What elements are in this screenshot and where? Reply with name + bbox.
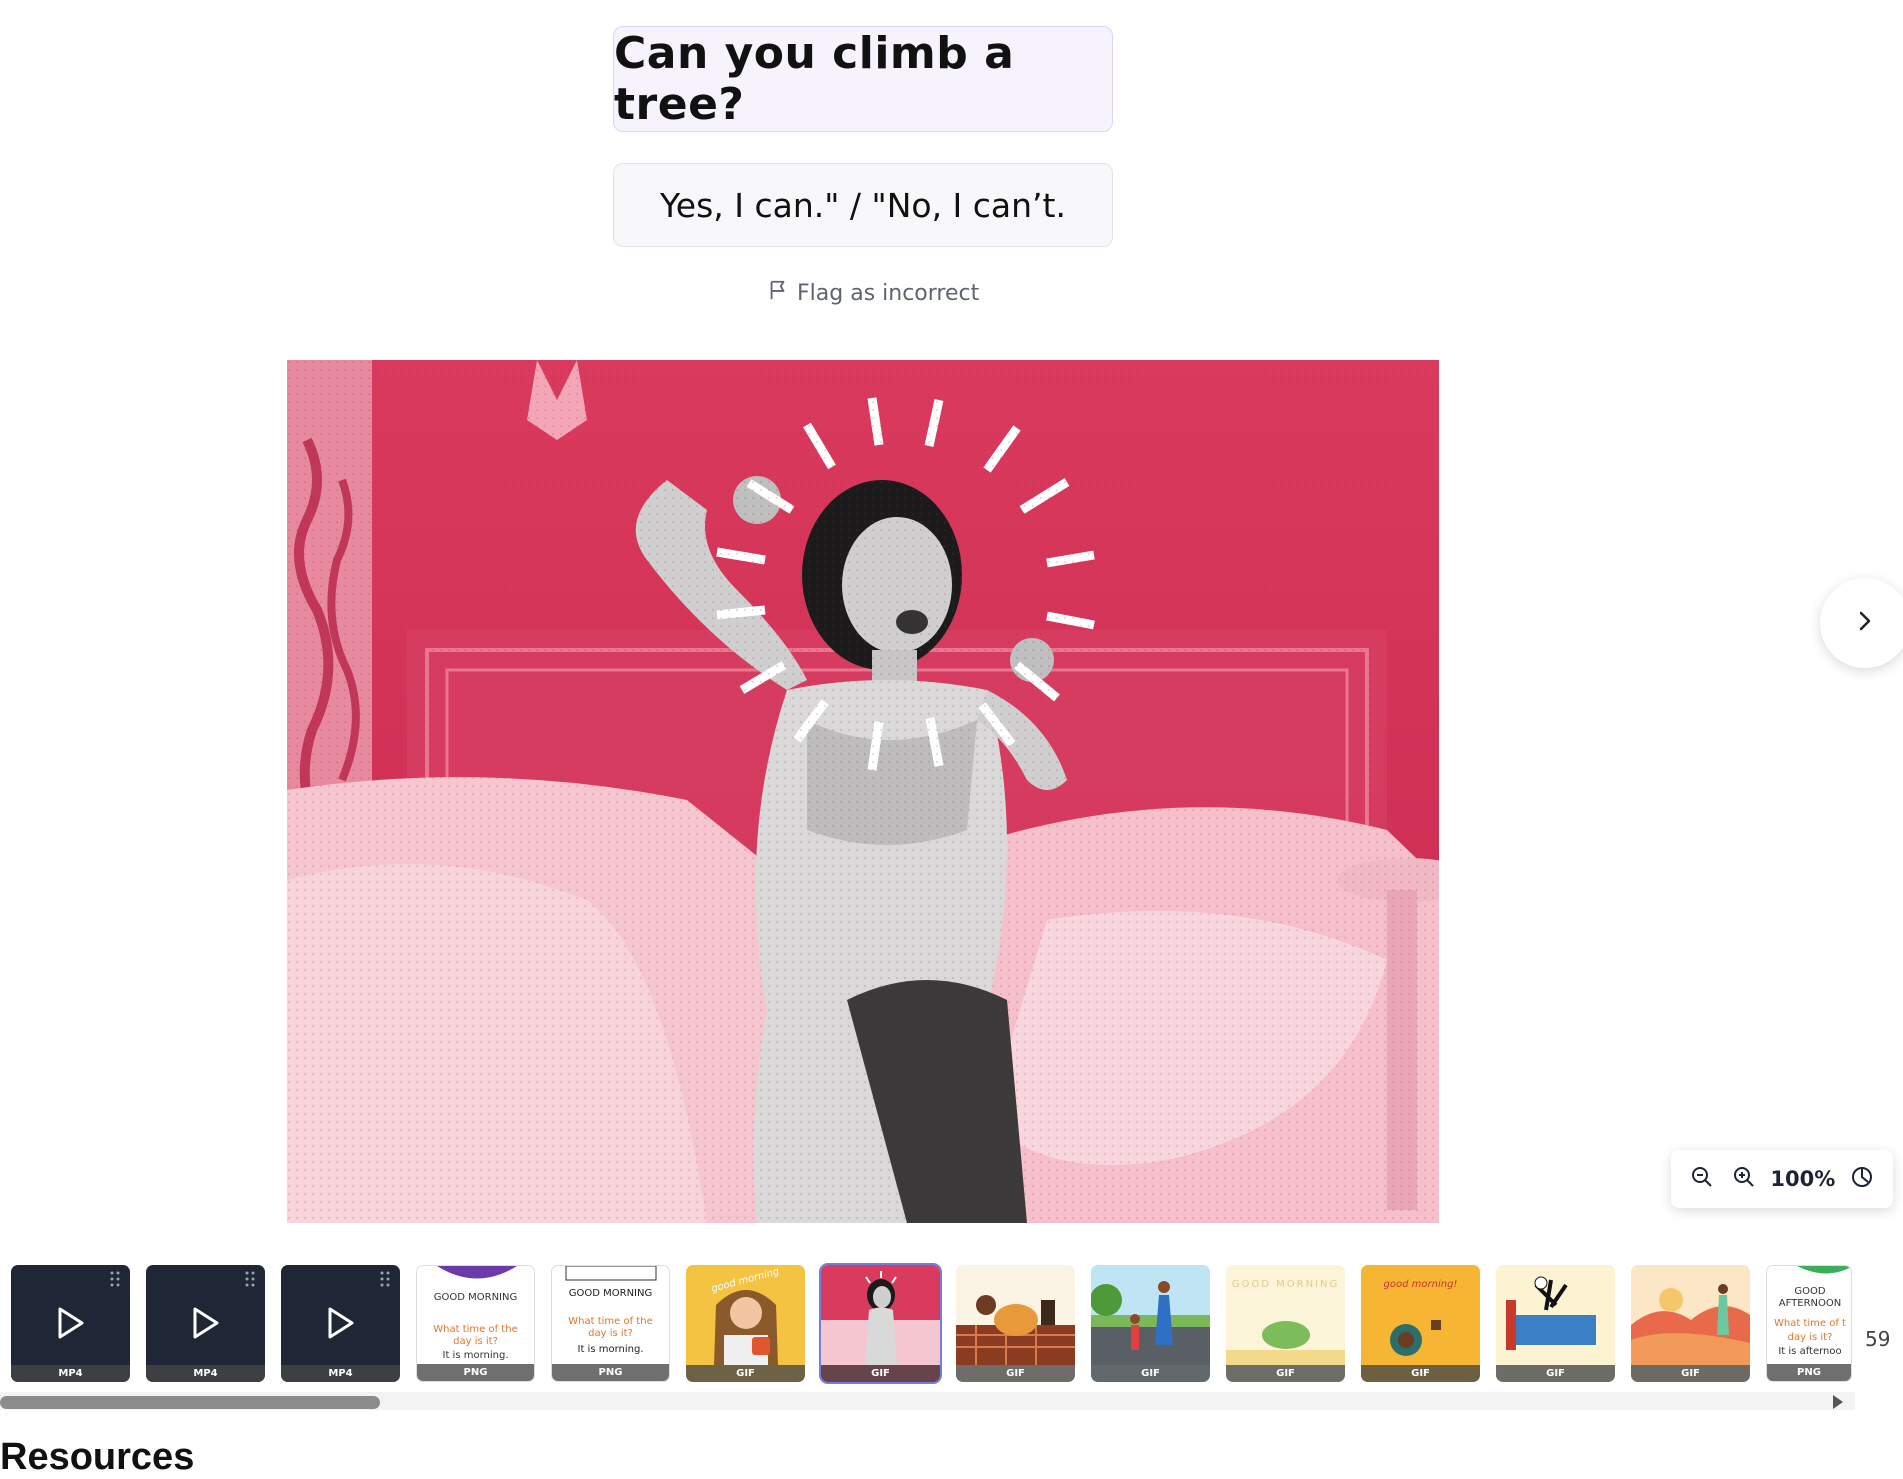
file-type-badge: MP4 bbox=[146, 1365, 265, 1382]
thumbnail-9[interactable]: GIF bbox=[1091, 1265, 1210, 1382]
file-type-badge: GIF bbox=[686, 1365, 805, 1382]
thumbnail-art bbox=[1631, 1284, 1750, 1365]
thumbnail-7[interactable]: GIF bbox=[819, 1263, 942, 1384]
next-slide-button[interactable] bbox=[1820, 578, 1903, 668]
thumbnail-3[interactable]: MP4 bbox=[281, 1265, 400, 1382]
reset-icon bbox=[1850, 1165, 1874, 1193]
card-title: GOOD AFTERNOON bbox=[1778, 1286, 1842, 1309]
file-type-badge: MP4 bbox=[11, 1365, 130, 1382]
file-type-badge: PNG bbox=[1767, 1364, 1851, 1381]
scrollbar-thumb[interactable] bbox=[0, 1396, 380, 1409]
file-type-badge: MP4 bbox=[281, 1365, 400, 1382]
card-caption: good morning! bbox=[1383, 1279, 1458, 1290]
thumbnail-12[interactable]: GIF bbox=[1496, 1265, 1615, 1382]
file-type-badge: PNG bbox=[417, 1364, 534, 1381]
file-type-badge: GIF bbox=[1226, 1365, 1345, 1382]
flag-label: Flag as incorrect bbox=[797, 280, 980, 306]
play-icon bbox=[58, 1307, 84, 1339]
reset-zoom-button[interactable] bbox=[1847, 1164, 1877, 1194]
question-card: Can you climb a tree? bbox=[613, 26, 1113, 132]
thumbnail-count: 59 bbox=[1865, 1327, 1891, 1351]
chevron-right-icon bbox=[1856, 609, 1874, 637]
thumbnail-6[interactable]: good morning GIF bbox=[686, 1265, 805, 1382]
thumbnail-4[interactable]: GOOD MORNING What time of the day is it?… bbox=[416, 1265, 535, 1382]
scroll-right-icon[interactable] bbox=[1833, 1395, 1843, 1409]
thumbnail-art bbox=[956, 1295, 1075, 1365]
zoom-level: 100% bbox=[1770, 1167, 1836, 1191]
file-type-badge: GIF bbox=[821, 1365, 940, 1382]
morning-stretch-photo bbox=[287, 360, 1439, 1223]
drag-handle-icon[interactable] bbox=[110, 1271, 120, 1287]
flag-icon bbox=[767, 279, 789, 307]
thumbnail-art bbox=[821, 1271, 940, 1365]
thumbnail-11[interactable]: good morning! GIF bbox=[1361, 1265, 1480, 1382]
zoom-controls: 100% bbox=[1671, 1150, 1893, 1208]
thumbnail-art bbox=[1506, 1276, 1596, 1350]
zoom-in-icon bbox=[1732, 1165, 1756, 1193]
file-type-badge: GIF bbox=[1496, 1365, 1615, 1382]
zoom-out-button[interactable] bbox=[1687, 1164, 1717, 1194]
thumbnail-strip: MP4 MP4 MP4 GOOD MORNING What time of th… bbox=[0, 1262, 1903, 1384]
thumbnail-2[interactable]: MP4 bbox=[146, 1265, 265, 1382]
question-text: Can you climb a tree? bbox=[614, 28, 1015, 130]
file-type-badge: GIF bbox=[956, 1365, 1075, 1382]
zoom-in-button[interactable] bbox=[1729, 1164, 1759, 1194]
thumbnail-14[interactable]: GOOD AFTERNOON What time of t day is it?… bbox=[1766, 1265, 1852, 1382]
resources-heading: Resources bbox=[0, 1436, 195, 1478]
flag-as-incorrect-link[interactable]: Flag as incorrect bbox=[767, 278, 979, 308]
thumbnail-1[interactable]: MP4 bbox=[11, 1265, 130, 1382]
file-type-badge: GIF bbox=[1361, 1365, 1480, 1382]
play-icon bbox=[193, 1307, 219, 1339]
thumbnail-13[interactable]: GIF bbox=[1631, 1265, 1750, 1382]
zoom-out-icon bbox=[1690, 1165, 1714, 1193]
thumbnail-art bbox=[1091, 1281, 1210, 1365]
answer-text: Yes, I can." / "No, I can’t. bbox=[660, 185, 1066, 225]
thumbnail-10[interactable]: GOOD MORNING GIF bbox=[1226, 1265, 1345, 1382]
card-title: GOOD MORNING bbox=[568, 1288, 653, 1299]
thumbnail-5[interactable]: GOOD MORNING What time of the day is it?… bbox=[551, 1265, 670, 1382]
file-type-badge: GIF bbox=[1091, 1365, 1210, 1382]
answer-card: Yes, I can." / "No, I can’t. bbox=[613, 163, 1113, 247]
play-icon bbox=[328, 1307, 354, 1339]
drag-handle-icon[interactable] bbox=[380, 1271, 390, 1287]
card-caption: GOOD MORNING bbox=[1231, 1279, 1340, 1290]
main-image bbox=[287, 360, 1439, 1223]
file-type-badge: PNG bbox=[552, 1364, 669, 1381]
drag-handle-icon[interactable] bbox=[245, 1271, 255, 1287]
file-type-badge: GIF bbox=[1631, 1365, 1750, 1382]
card-title: GOOD MORNING bbox=[433, 1292, 518, 1303]
thumbnail-8[interactable]: GIF bbox=[956, 1265, 1075, 1382]
